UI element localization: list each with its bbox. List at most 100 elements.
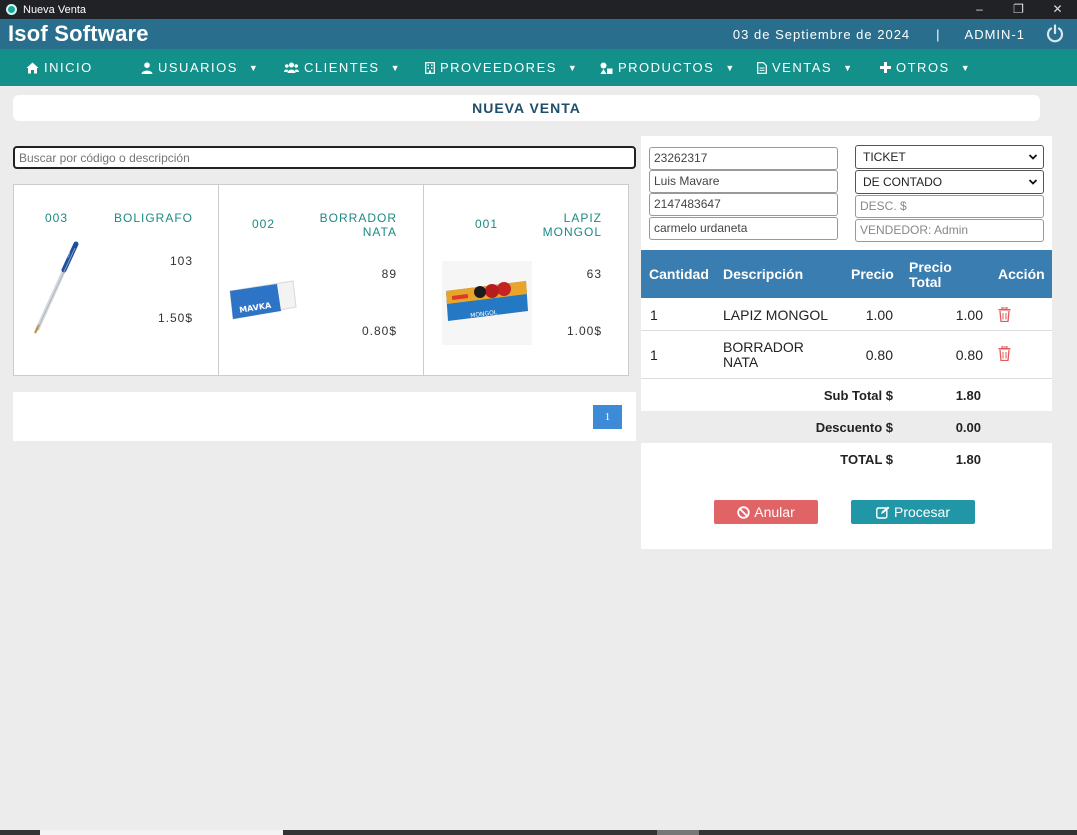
document-type-value: TICKET	[863, 150, 906, 164]
header-separator: |	[936, 26, 941, 42]
ban-icon	[737, 505, 750, 519]
header-price: Precio	[851, 266, 894, 282]
plus-icon	[880, 62, 891, 73]
page-title: NUEVA VENTA	[13, 95, 1040, 121]
power-icon[interactable]	[1043, 22, 1067, 46]
subtotal-row: Sub Total $ 1.80	[641, 379, 1052, 411]
product-description: BOLIGRAFO	[113, 211, 193, 225]
product-description: BORRADOR NATA	[319, 211, 397, 239]
chevron-down-icon: ▼	[248, 62, 260, 73]
total-value: 1.80	[955, 452, 981, 467]
user-name: ADMIN-1	[964, 26, 1025, 42]
total-row: TOTAL $ 1.80	[641, 443, 1052, 475]
brand-title: Isof Software	[8, 21, 149, 46]
customer-address-field[interactable]: carmelo urdaneta	[649, 217, 838, 240]
sale-panel: 23262317 Luis Mavare 2147483647 carmelo …	[641, 136, 1052, 549]
window-title: Nueva Venta	[23, 3, 86, 16]
product-grid: 003 BOLIGRAFO 103 1.50$ 002 BORRADOR NAT…	[13, 184, 629, 376]
subtotal-value: 1.80	[955, 388, 981, 403]
discount-input[interactable]: DESC. $	[855, 195, 1044, 218]
product-stock: 89	[381, 267, 397, 281]
row-description: LAPIZ MONGOL	[723, 307, 829, 323]
row-description: BORRADOR	[723, 339, 804, 355]
table-row: 1 LAPIZ MONGOL 1.00 1.00	[641, 298, 1052, 331]
product-stock: 103	[169, 254, 193, 268]
row-qty: 1	[650, 307, 658, 323]
row-price: 1.00	[865, 307, 893, 323]
cancel-sale-button[interactable]: Anular	[714, 500, 818, 524]
subtotal-label: Sub Total $	[823, 388, 893, 403]
nav-inicio[interactable]: INICIO	[26, 49, 93, 86]
nav-label: PROVEEDORES	[440, 60, 557, 75]
window-controls: – ❐ ✕	[960, 0, 1077, 19]
total-label: TOTAL $	[840, 452, 893, 467]
main-nav: INICIO USUARIOS ▼ CLIENTES ▼ PROVEEDORES…	[0, 49, 1077, 86]
nav-label: CLIENTES	[304, 60, 380, 75]
nav-label: OTROS	[896, 60, 950, 75]
taskbar-strip	[0, 830, 1077, 835]
product-code: 002	[252, 217, 276, 231]
minimize-button[interactable]: –	[960, 0, 999, 19]
pagination: 1	[13, 392, 636, 441]
page-button[interactable]: 1	[593, 405, 622, 429]
product-price: 1.00$	[566, 324, 602, 338]
payment-type-select[interactable]: DE CONTADO	[855, 170, 1044, 194]
product-stock: 63	[586, 267, 602, 281]
process-sale-button[interactable]: Procesar	[851, 500, 975, 524]
close-button[interactable]: ✕	[1038, 0, 1077, 19]
product-description: LAPIZ MONGOL	[542, 211, 602, 239]
header-qty: Cantidad	[649, 266, 709, 282]
product-code: 001	[475, 217, 499, 231]
nav-label: PRODUCTOS	[618, 60, 715, 75]
pen-image	[34, 241, 79, 334]
header-total-line2: Total	[909, 274, 942, 290]
trash-icon[interactable]	[998, 307, 1011, 322]
row-qty: 1	[650, 347, 658, 363]
discount-label: Descuento $	[815, 420, 893, 435]
restore-button[interactable]: ❐	[999, 0, 1038, 19]
nav-proveedores[interactable]: PROVEEDORES ▼	[425, 49, 578, 86]
nav-label: INICIO	[44, 60, 93, 75]
eraser-image: MAVKA	[229, 280, 297, 320]
trash-icon[interactable]	[998, 346, 1011, 361]
chevron-down-icon: ▼	[567, 62, 579, 73]
taskbar-item[interactable]	[657, 830, 699, 835]
header-action: Acción	[998, 266, 1045, 282]
shapes-icon	[600, 62, 613, 74]
app-icon	[6, 4, 17, 15]
users-icon	[284, 62, 299, 73]
nav-clientes[interactable]: CLIENTES ▼	[284, 49, 401, 86]
product-card[interactable]: 001 LAPIZ MONGOL 63 1.00$ MONGOL	[424, 185, 628, 375]
row-total: 1.00	[955, 307, 983, 323]
search-input[interactable]	[13, 146, 636, 169]
taskbar-item[interactable]	[40, 830, 283, 835]
document-type-select[interactable]: TICKET	[855, 145, 1044, 169]
header-total-line1: Precio	[909, 259, 952, 275]
nav-label: USUARIOS	[158, 60, 238, 75]
home-icon	[26, 62, 39, 73]
user-icon	[141, 61, 153, 74]
process-sale-label: Procesar	[893, 504, 951, 520]
nav-ventas[interactable]: VENTAS ▼	[757, 49, 853, 86]
nav-otros[interactable]: OTROS ▼	[880, 49, 971, 86]
row-price: 0.80	[865, 347, 893, 363]
row-description-line2: NATA	[723, 354, 759, 370]
chevron-down-icon: ▼	[843, 62, 854, 73]
customer-phone-field[interactable]: 2147483647	[649, 193, 838, 216]
nav-usuarios[interactable]: USUARIOS ▼	[141, 49, 259, 86]
edit-icon	[876, 506, 890, 519]
sale-table-header: Cantidad Descripción Precio Precio Total…	[641, 250, 1052, 298]
row-total: 0.80	[955, 347, 983, 363]
cancel-sale-label: Anular	[754, 504, 795, 520]
app-header: Isof Software 03 de Septiembre de 2024 |…	[0, 19, 1077, 49]
product-card[interactable]: 002 BORRADOR NATA 89 0.80$ MAVKA	[219, 185, 424, 375]
product-code: 003	[45, 211, 69, 225]
customer-id-field[interactable]: 23262317	[649, 147, 838, 170]
nav-productos[interactable]: PRODUCTOS ▼	[600, 49, 736, 86]
customer-name-field[interactable]: Luis Mavare	[649, 170, 838, 193]
window-titlebar: Nueva Venta – ❐ ✕	[0, 0, 1077, 19]
chevron-down-icon: ▼	[725, 62, 736, 73]
building-icon	[425, 61, 435, 74]
payment-type-value: DE CONTADO	[863, 175, 943, 189]
product-card[interactable]: 003 BOLIGRAFO 103 1.50$	[14, 185, 219, 375]
